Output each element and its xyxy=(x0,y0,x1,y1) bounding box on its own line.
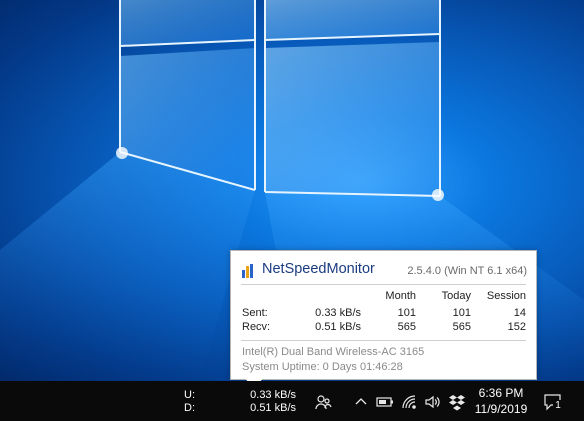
netspeedmonitor-popup: NetSpeedMonitor 2.5.4.0 (Win NT 6.1 x64)… xyxy=(230,250,537,380)
people-icon[interactable] xyxy=(314,393,332,411)
app-title: NetSpeedMonitor xyxy=(262,261,375,277)
sent-rate: 0.33 kB/s xyxy=(315,307,361,319)
recv-session: 152 xyxy=(507,321,526,333)
download-speed: 0.51 kB/s xyxy=(250,402,296,414)
sent-label: Sent: xyxy=(242,307,268,319)
sent-session: 14 xyxy=(513,307,526,319)
volume-icon[interactable] xyxy=(424,393,442,411)
bar-chart-icon xyxy=(242,264,258,278)
dropbox-icon[interactable] xyxy=(448,393,466,411)
sent-today: 101 xyxy=(452,307,471,319)
column-header-month: Month xyxy=(385,290,416,302)
battery-icon[interactable] xyxy=(376,393,394,411)
sent-month: 101 xyxy=(397,307,416,319)
clock-date: 11/9/2019 xyxy=(474,402,528,416)
upload-speed: 0.33 kB/s xyxy=(250,389,296,401)
download-label: D: xyxy=(184,402,195,414)
upload-label: U: xyxy=(184,389,195,401)
action-center-icon[interactable]: 1 xyxy=(543,392,563,412)
adapter-name: Intel(R) Dual Band Wireless-AC 3165 xyxy=(242,346,425,358)
chevron-up-icon[interactable] xyxy=(352,393,370,411)
divider xyxy=(241,340,526,341)
column-header-session: Session xyxy=(486,290,526,302)
version-text: 2.5.4.0 (Win NT 6.1 x64) xyxy=(407,265,527,277)
clock-time: 6:36 PM xyxy=(478,386,524,400)
system-uptime: System Uptime: 0 Days 01:46:28 xyxy=(242,361,403,373)
wifi-icon[interactable] xyxy=(400,393,418,411)
recv-today: 565 xyxy=(452,321,471,333)
notification-count-badge: 1 xyxy=(553,400,563,411)
recv-rate: 0.51 kB/s xyxy=(315,321,361,333)
recv-label: Recv: xyxy=(242,321,271,333)
divider xyxy=(241,284,526,285)
recv-month: 565 xyxy=(397,321,416,333)
netspeed-deskband[interactable]: 0.33 kB/s 0.51 kB/s xyxy=(240,387,300,417)
column-header-today: Today xyxy=(441,290,471,302)
taskbar: U: D: 0.33 kB/s 0.51 kB/s 6:36 PM 11/9/2… xyxy=(0,381,584,421)
